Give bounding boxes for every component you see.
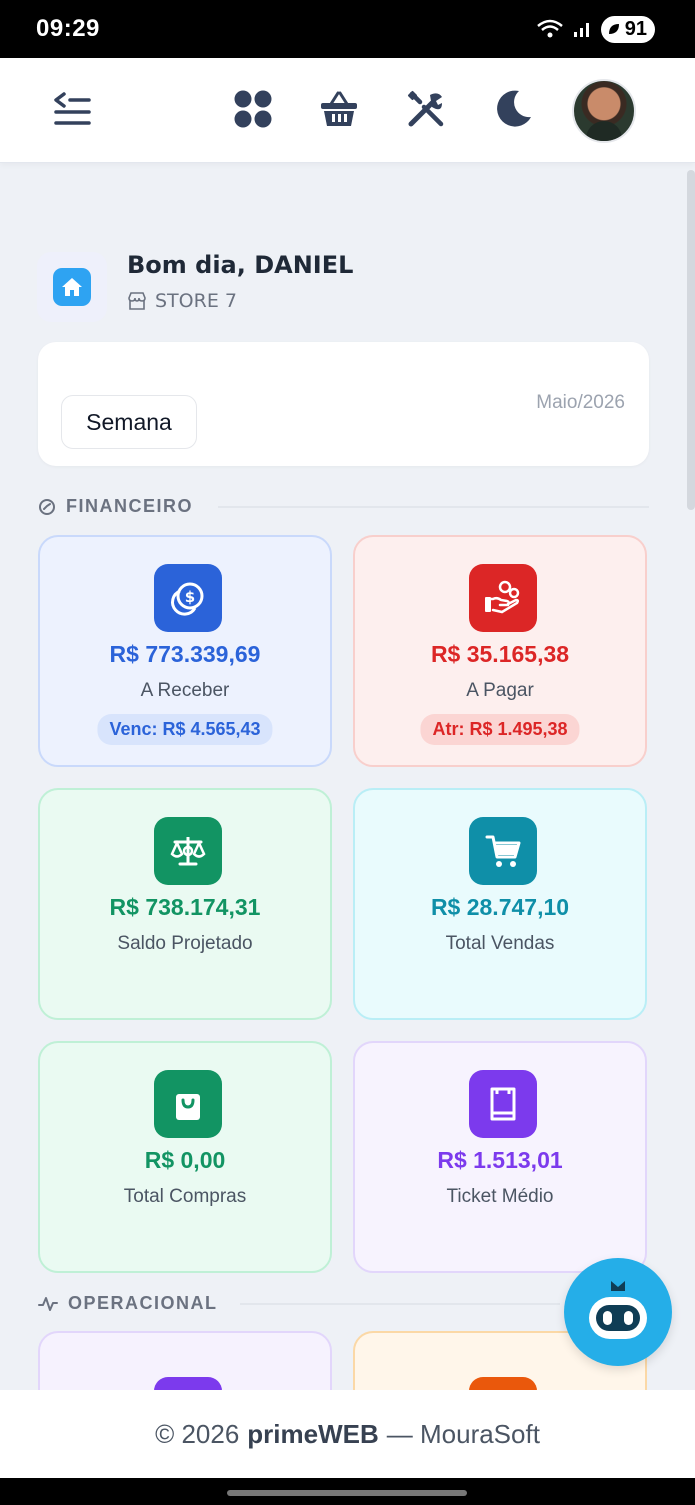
section-divider [218,506,649,508]
status-bar: 09:29 91 [0,0,695,58]
store-icon [128,292,146,310]
tools-icon[interactable] [406,89,446,134]
avatar[interactable] [572,79,636,143]
shopping-bag-icon [154,1070,222,1138]
period-card: Semana Maio/2026 [38,342,649,466]
svg-text:$: $ [185,588,195,606]
card-value: R$ 773.339,69 [109,641,261,667]
basket-icon[interactable] [319,89,359,134]
wifi-icon [536,19,563,38]
card-label: Saldo Projetado [117,933,253,954]
section-financeiro-label: FINANCEIRO [66,496,193,516]
section-financeiro: FINANCEIRO [38,496,193,517]
card-a-pagar[interactable]: R$ 35.165,38 A Pagar Atr: R$ 1.495,38 [353,535,647,767]
menu-collapse-icon[interactable] [52,90,92,131]
home-tile [37,252,107,322]
store-name: STORE 7 [155,290,237,312]
store-label: STORE 7 [127,290,237,312]
card-ticket-medio[interactable]: R$ 1.513,01 Ticket Médio [353,1041,647,1273]
hand-coins-icon [469,564,537,632]
battery-indicator: 91 [600,15,655,43]
greeting-text: Bom dia, DANIEL [127,251,354,279]
status-indicators: 91 [536,15,655,43]
card-value: R$ 28.747,10 [430,894,570,920]
footer-brand: primeWEB [247,1418,379,1449]
card-a-receber[interactable]: $ R$ 773.339,69 A Receber Venc: R$ 4.565,43 [38,535,332,767]
top-app-bar [0,58,695,163]
card-total-vendas[interactable]: R$ 28.747,10 Total Vendas [353,788,647,1020]
section-operacional-label: OPERACIONAL [68,1293,218,1313]
chatbot-button[interactable] [564,1258,672,1366]
coins-icon: $ [154,564,222,632]
period-week-button[interactable]: Semana [61,395,197,449]
card-label: Total Compras [123,1186,247,1207]
footer: © 2026 primeWEB — MouraSoft [0,1390,695,1478]
gauge-icon [39,498,55,515]
card-label: A Receber [140,680,230,701]
card-label: Total Vendas [445,933,555,954]
signal-icon [573,23,589,37]
period-month: Maio/2026 [536,392,625,413]
activity-icon [38,1296,58,1311]
footer-suffix: — MouraSoft [386,1418,540,1449]
card-chip: Venc: R$ 4.565,43 [97,714,273,745]
card-value: R$ 1.513,01 [437,1147,563,1173]
receipt-icon [469,1070,537,1138]
scale-icon [154,817,222,885]
battery-level: 91 [624,17,647,40]
moon-icon[interactable] [493,89,533,134]
card-total-compras[interactable]: R$ 0,00 Total Compras [38,1041,332,1273]
apps-grid-icon[interactable] [233,89,273,134]
section-divider [240,1303,560,1305]
card-value: R$ 0,00 [144,1147,226,1173]
card-value: R$ 738.174,31 [109,894,261,920]
footer-copyright: © 2026 [155,1418,240,1449]
home-gesture-handle[interactable] [227,1490,467,1496]
card-label: A Pagar [466,680,534,701]
card-value: R$ 35.165,38 [430,641,570,667]
section-operacional: OPERACIONAL [38,1293,218,1314]
cart-icon [469,817,537,885]
status-time: 09:29 [36,15,100,42]
card-chip: Atr: R$ 1.495,38 [420,714,580,745]
card-label: Ticket Médio [446,1186,554,1207]
battery-leaf-icon [608,24,619,34]
home-icon [53,268,91,306]
scrollbar-thumb[interactable] [687,170,695,510]
card-saldo-projetado[interactable]: R$ 738.174,31 Saldo Projetado [38,788,332,1020]
robot-icon [589,1281,647,1339]
